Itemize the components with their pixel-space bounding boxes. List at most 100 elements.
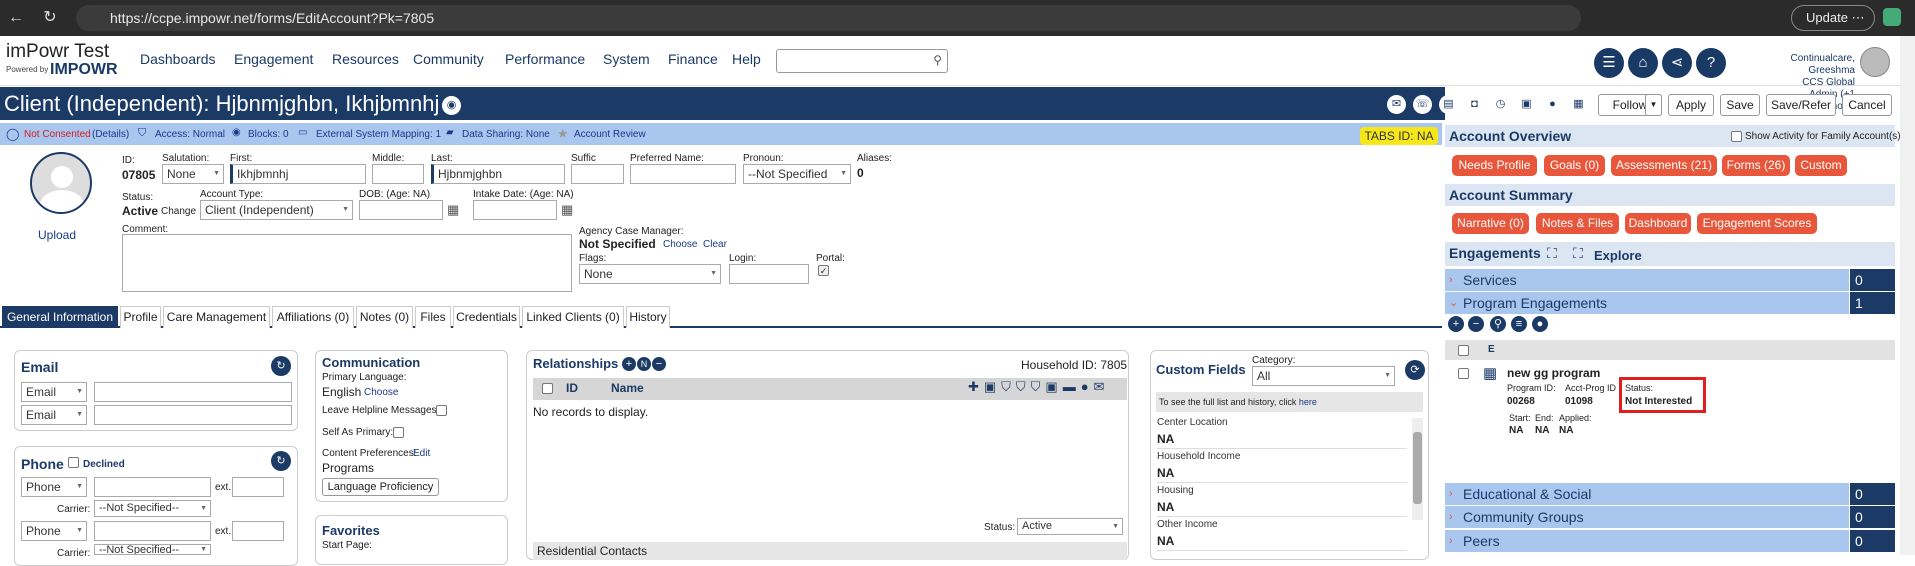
flags-select[interactable]: None (579, 264, 721, 284)
email-type-select[interactable]: Email (21, 405, 87, 425)
nav-community[interactable]: Community (413, 51, 484, 67)
global-search-input[interactable]: ⚲ (776, 49, 948, 73)
intake-date-input[interactable] (473, 200, 557, 220)
calendar-icon[interactable]: ▦ (447, 202, 459, 218)
upload-link[interactable]: Upload (38, 228, 76, 242)
category-select[interactable]: All (1252, 366, 1395, 386)
phone-type-select[interactable]: Phone (21, 477, 87, 497)
tab-profile[interactable]: Profile (120, 306, 161, 328)
back-icon[interactable]: ← (6, 8, 26, 28)
acm-choose-link[interactable]: Choose (663, 239, 697, 250)
ext-input[interactable] (232, 477, 284, 497)
here-link[interactable]: here (1299, 397, 1317, 407)
address-bar[interactable]: https://ccpe.impowr.net/forms/EditAccoun… (76, 5, 1581, 31)
reload-icon[interactable]: ↻ (40, 8, 60, 28)
clock-icon[interactable]: ◷ (1491, 95, 1510, 114)
nav-resources[interactable]: Resources (332, 51, 399, 67)
salutation-select[interactable]: None (162, 164, 224, 184)
community-groups-row[interactable]: › Community Groups (1445, 506, 1849, 528)
last-name-input[interactable]: Hjbnmjghbn (431, 164, 565, 184)
lock-icon[interactable]: ▣ (1517, 95, 1536, 114)
search-icon[interactable]: ⚲ (1490, 316, 1506, 332)
nav-system[interactable]: System (603, 51, 650, 67)
refresh-icon[interactable]: ⟳ (1405, 360, 1425, 380)
copilot-icon[interactable] (1883, 8, 1901, 26)
engagement-scores-button[interactable]: Engagement Scores (1697, 213, 1817, 234)
tab-notes[interactable]: Notes (0) (356, 306, 413, 328)
goals-button[interactable]: Goals (0) (1544, 155, 1605, 176)
educational-social-row[interactable]: › Educational & Social (1445, 483, 1849, 505)
tab-credentials[interactable]: Credentials (453, 306, 520, 328)
remove-icon[interactable]: − (652, 357, 666, 371)
nav-engagement[interactable]: Engagement (234, 51, 313, 67)
first-name-input[interactable]: Ikhjbmnhj (230, 164, 366, 184)
col-id[interactable]: ID (566, 381, 578, 395)
self-primary-checkbox[interactable] (393, 427, 404, 438)
dashboard-button[interactable]: Dashboard (1625, 213, 1691, 234)
blocks-link[interactable]: Blocks: 0 (248, 129, 289, 140)
page-scrollbar[interactable] (1900, 36, 1915, 555)
show-activity-checkbox[interactable] (1731, 131, 1742, 142)
helpline-checkbox[interactable] (436, 405, 447, 416)
cancel-button[interactable]: Cancel (1842, 94, 1892, 116)
access-link[interactable]: Access: Normal (155, 129, 225, 140)
program-row-checkbox[interactable] (1458, 368, 1469, 379)
relationship-filter-icons[interactable]: ✚▣⛉⛉⛉▣▬●✉ (968, 379, 1109, 395)
email-input[interactable] (94, 382, 292, 402)
save-refer-button[interactable]: Save/Refer (1766, 94, 1836, 116)
email-icon[interactable]: ✉ (1387, 95, 1406, 114)
tab-history[interactable]: History (626, 306, 670, 328)
peers-row[interactable]: › Peers (1445, 530, 1849, 552)
consent-status[interactable]: Not Consented (24, 129, 91, 140)
forms-button[interactable]: Forms (26) (1722, 155, 1790, 176)
narrative-button[interactable]: Narrative (0) (1452, 213, 1529, 234)
declined-checkbox[interactable] (68, 457, 79, 468)
ext-input[interactable] (232, 521, 284, 541)
tab-care-management[interactable]: Care Management (163, 306, 270, 328)
suffix-input[interactable] (571, 164, 624, 184)
apply-button[interactable]: Apply (1668, 94, 1714, 116)
select-all-checkbox[interactable] (1458, 345, 1469, 356)
account-type-select[interactable]: Client (Independent) (200, 200, 353, 220)
tab-affiliations[interactable]: Affiliations (0) (272, 306, 354, 328)
grid-icon[interactable]: ▦ (1569, 95, 1588, 114)
comment-textarea[interactable] (122, 234, 572, 292)
phone-input[interactable] (94, 477, 211, 497)
scrollbar[interactable] (1412, 418, 1423, 520)
home-icon[interactable]: ⌂ (1628, 48, 1658, 78)
share-icon[interactable]: ⋖ (1662, 48, 1692, 78)
notes-files-button[interactable]: Notes & Files (1536, 213, 1619, 234)
avatar[interactable] (1860, 47, 1890, 77)
edit-link[interactable]: Edit (413, 448, 430, 459)
account-review-link[interactable]: Account Review (574, 129, 646, 140)
remove-icon[interactable]: − (1468, 316, 1484, 332)
assessments-button[interactable]: Assessments (21) (1611, 155, 1717, 176)
login-input[interactable] (729, 264, 809, 284)
program-engagements-row[interactable]: ⌄ Program Engagements (1445, 292, 1849, 314)
tab-files[interactable]: Files (415, 306, 451, 328)
services-row[interactable]: › Services (1445, 269, 1849, 291)
nav-performance[interactable]: Performance (505, 51, 585, 67)
expand-icon[interactable]: ⛶ (1547, 245, 1557, 262)
consent-details-link[interactable]: (Details) (92, 129, 129, 140)
phone-input[interactable] (94, 521, 211, 541)
chat-icon[interactable]: ☏ (1413, 95, 1432, 114)
history-icon[interactable]: ↻ (271, 356, 291, 376)
calendar-icon[interactable]: ▦ (561, 202, 573, 218)
portal-checkbox[interactable]: ✓ (818, 265, 829, 276)
middle-name-input[interactable] (372, 164, 424, 184)
n-icon[interactable]: N (637, 357, 651, 371)
eye-icon[interactable]: ◉ (442, 96, 461, 115)
email-input[interactable] (94, 405, 292, 425)
acm-clear-link[interactable]: Clear (703, 239, 727, 250)
dob-input[interactable] (359, 200, 443, 220)
language-proficiency-button[interactable]: Language Proficiency (322, 478, 439, 496)
save-button[interactable]: Save (1720, 94, 1760, 116)
list-icon[interactable]: ≡ (1511, 316, 1527, 332)
explore-link[interactable]: Explore (1594, 248, 1642, 263)
tab-general-information[interactable]: General Information (2, 306, 118, 328)
history-icon[interactable]: ↻ (271, 451, 291, 471)
card-icon[interactable]: ▤ (1439, 95, 1458, 114)
needs-profile-button[interactable]: Needs Profile (1452, 155, 1537, 176)
col-name[interactable]: Name (611, 381, 644, 395)
